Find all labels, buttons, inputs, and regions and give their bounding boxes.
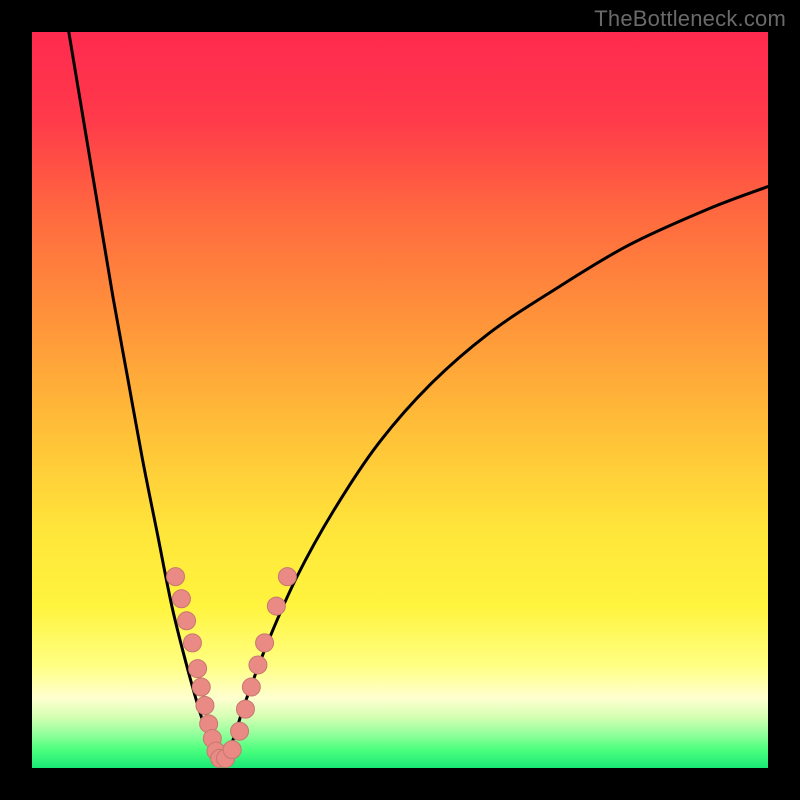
data-marker — [189, 660, 207, 678]
curve-left-branch — [69, 32, 220, 761]
data-marker — [249, 656, 267, 674]
data-marker — [167, 568, 185, 586]
chart-frame: TheBottleneck.com — [0, 0, 800, 800]
data-marker — [183, 634, 201, 652]
data-marker — [278, 568, 296, 586]
curve-right-branch — [220, 187, 768, 761]
data-marker — [231, 722, 249, 740]
bottleneck-curve — [32, 32, 768, 768]
data-marker — [223, 741, 241, 759]
data-marker — [172, 590, 190, 608]
data-marker — [267, 597, 285, 615]
plot-area — [32, 32, 768, 768]
data-marker — [256, 634, 274, 652]
watermark-text: TheBottleneck.com — [594, 6, 786, 32]
data-marker — [178, 612, 196, 630]
data-marker — [192, 678, 210, 696]
data-marker — [196, 696, 214, 714]
data-marker — [242, 678, 260, 696]
data-marker — [236, 700, 254, 718]
